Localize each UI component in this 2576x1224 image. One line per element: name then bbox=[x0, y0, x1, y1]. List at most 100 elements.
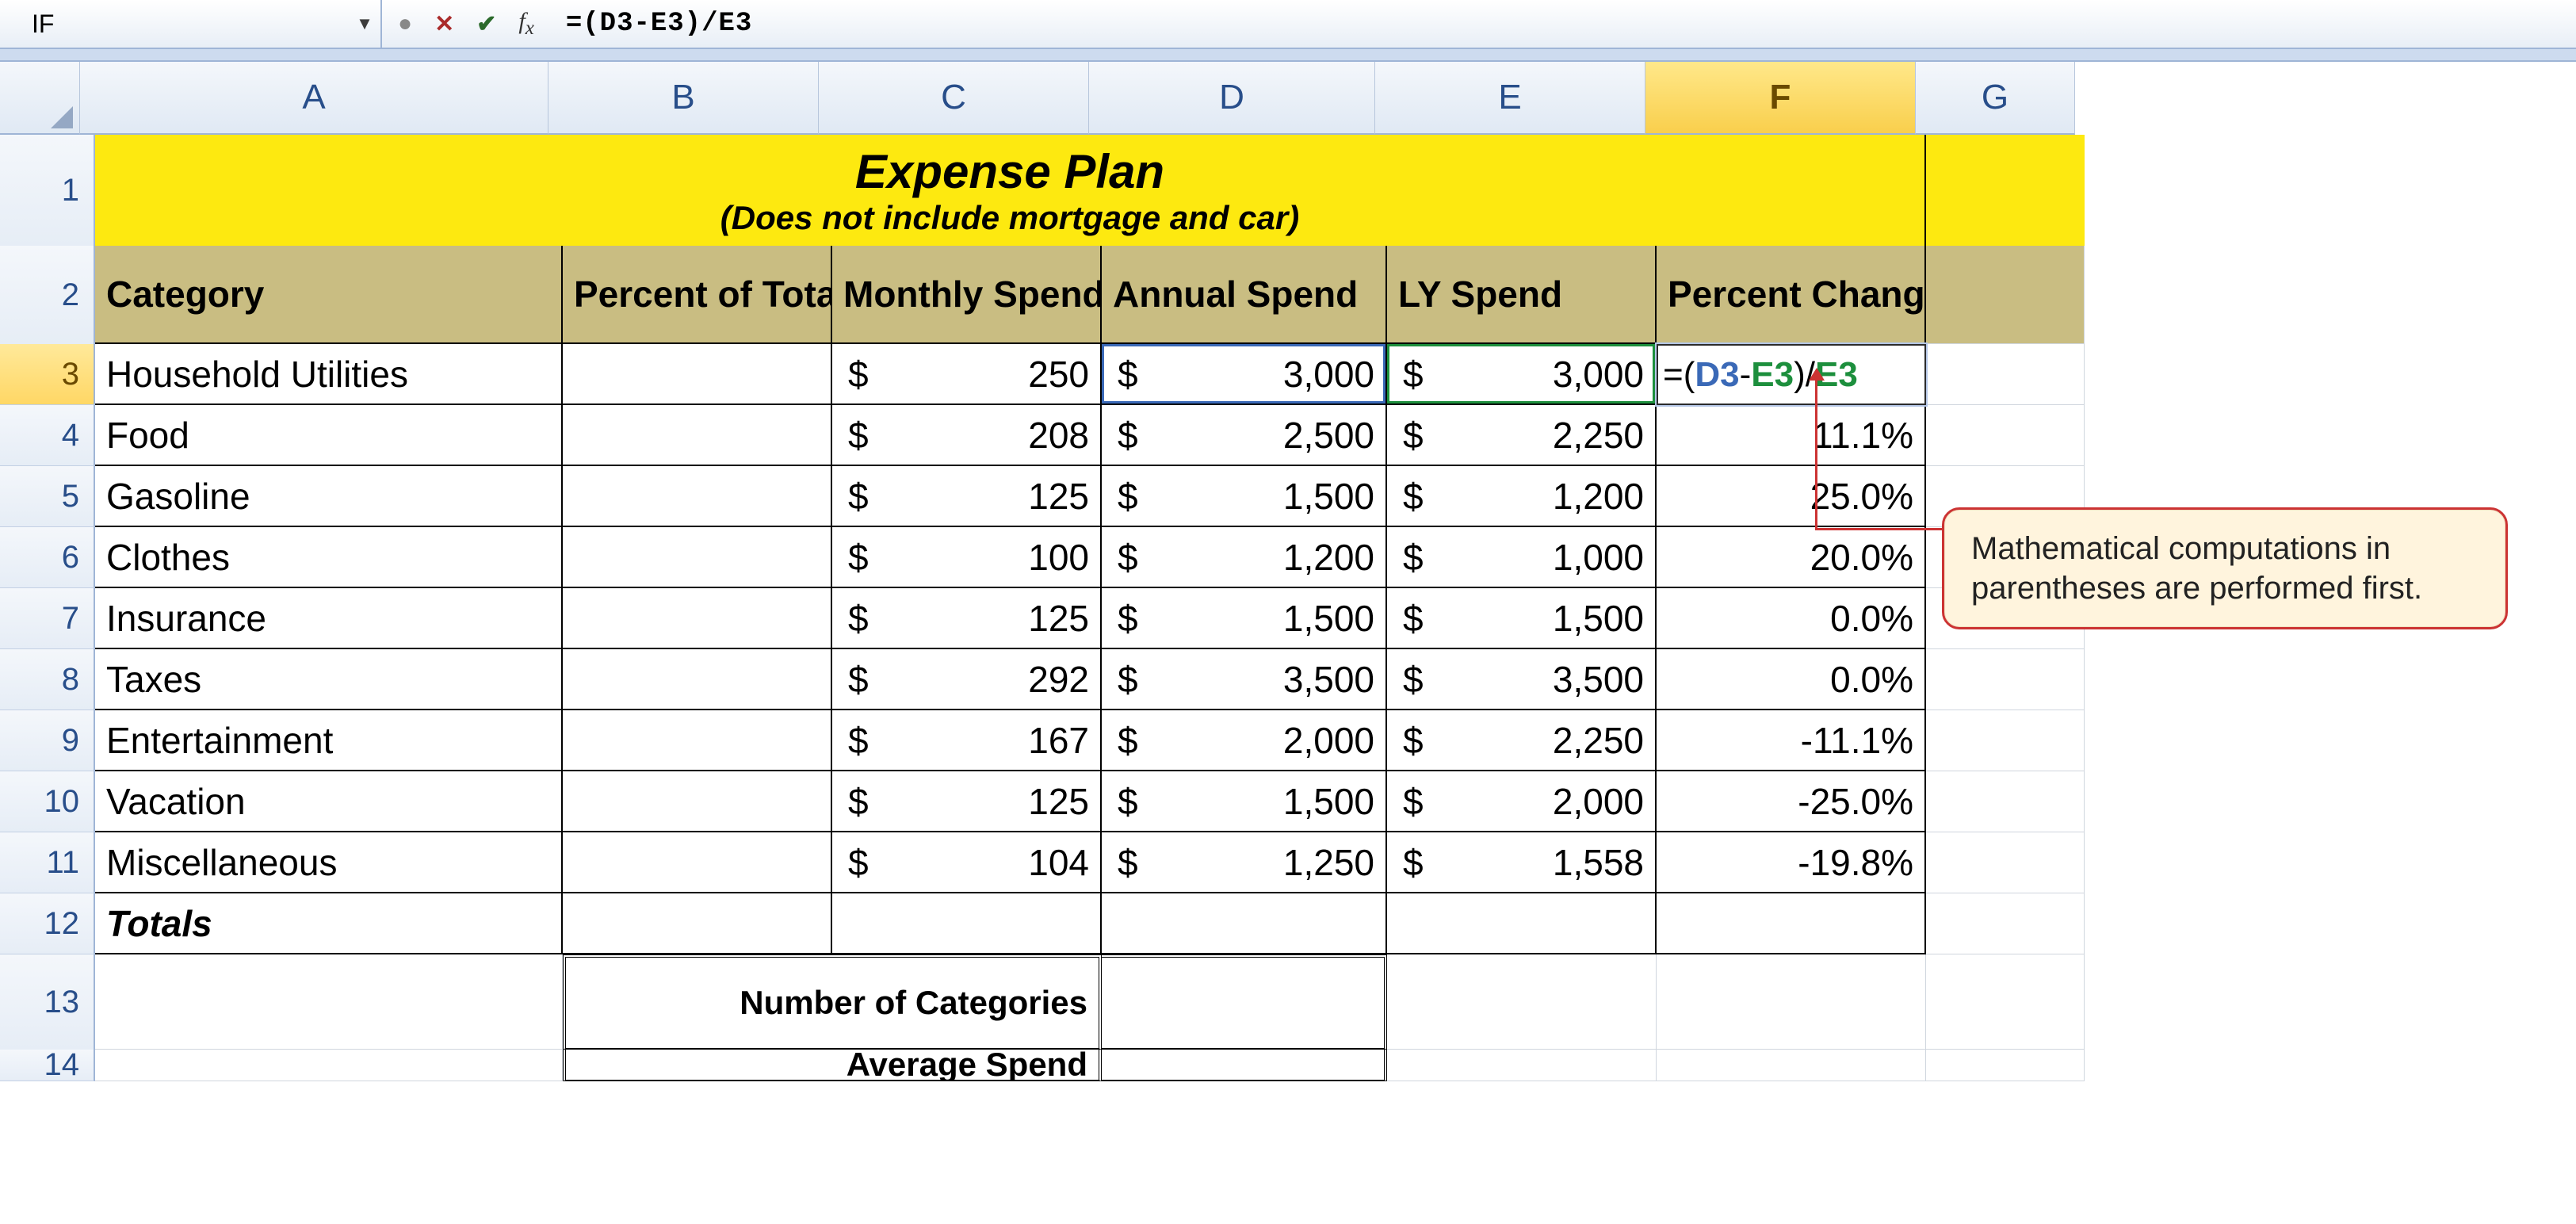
cell-B12[interactable] bbox=[563, 893, 832, 954]
cell-F14[interactable] bbox=[1657, 1050, 1926, 1081]
cell-A14[interactable] bbox=[95, 1050, 563, 1081]
cell-F4[interactable]: 11.1% bbox=[1657, 405, 1926, 466]
cell-E9[interactable]: $2,250 bbox=[1387, 710, 1657, 771]
cell-D2[interactable]: Annual Spend bbox=[1102, 246, 1387, 344]
cell-C5[interactable]: $125 bbox=[832, 466, 1102, 527]
row-header-3[interactable]: 3 bbox=[0, 344, 95, 405]
cell-F7[interactable]: 0.0% bbox=[1657, 588, 1926, 649]
cell-F6[interactable]: 20.0% bbox=[1657, 527, 1926, 588]
col-header-F[interactable]: F bbox=[1645, 62, 1916, 135]
cell-BC14[interactable]: Average Spend bbox=[563, 1050, 1102, 1081]
cell-A4[interactable]: Food bbox=[95, 405, 563, 466]
cell-G8[interactable] bbox=[1926, 649, 2085, 710]
cell-C6[interactable]: $100 bbox=[832, 527, 1102, 588]
fx-icon[interactable]: fx bbox=[518, 8, 533, 40]
row-header-5[interactable]: 5 bbox=[0, 466, 95, 527]
col-header-B[interactable]: B bbox=[548, 62, 819, 135]
cell-E3[interactable]: $3,000 bbox=[1387, 344, 1657, 405]
cell-D6[interactable]: $1,200 bbox=[1102, 527, 1387, 588]
cell-C7[interactable]: $125 bbox=[832, 588, 1102, 649]
cell-A10[interactable]: Vacation bbox=[95, 771, 563, 832]
cell-G13[interactable] bbox=[1926, 954, 2085, 1050]
cell-A5[interactable]: Gasoline bbox=[95, 466, 563, 527]
cell-D14[interactable] bbox=[1102, 1050, 1387, 1081]
cell-C11[interactable]: $104 bbox=[832, 832, 1102, 893]
cell-F3[interactable]: =(D3-E3)/E3 bbox=[1657, 344, 1926, 405]
cell-D4[interactable]: $2,500 bbox=[1102, 405, 1387, 466]
col-header-E[interactable]: E bbox=[1375, 62, 1645, 135]
cell-B4[interactable] bbox=[563, 405, 832, 466]
cell-F2[interactable]: Percent Change bbox=[1657, 246, 1926, 344]
cell-E4[interactable]: $2,250 bbox=[1387, 405, 1657, 466]
cell-D3[interactable]: $3,000 bbox=[1102, 344, 1387, 405]
cell-A11[interactable]: Miscellaneous bbox=[95, 832, 563, 893]
cell-B5[interactable] bbox=[563, 466, 832, 527]
cell-D8[interactable]: $3,500 bbox=[1102, 649, 1387, 710]
cell-D5[interactable]: $1,500 bbox=[1102, 466, 1387, 527]
cell-E7[interactable]: $1,500 bbox=[1387, 588, 1657, 649]
cell-C12[interactable] bbox=[832, 893, 1102, 954]
row-header-9[interactable]: 9 bbox=[0, 710, 95, 771]
cell-F10[interactable]: -25.0% bbox=[1657, 771, 1926, 832]
cell-E13[interactable] bbox=[1387, 954, 1657, 1050]
enter-icon[interactable]: ✔ bbox=[476, 10, 496, 38]
cell-E11[interactable]: $1,558 bbox=[1387, 832, 1657, 893]
cell-F11[interactable]: -19.8% bbox=[1657, 832, 1926, 893]
cell-E6[interactable]: $1,000 bbox=[1387, 527, 1657, 588]
cell-D10[interactable]: $1,500 bbox=[1102, 771, 1387, 832]
cell-E14[interactable] bbox=[1387, 1050, 1657, 1081]
cell-B9[interactable] bbox=[563, 710, 832, 771]
cell-F12[interactable] bbox=[1657, 893, 1926, 954]
cell-F13[interactable] bbox=[1657, 954, 1926, 1050]
name-box[interactable]: IF bbox=[0, 10, 349, 39]
row-header-13[interactable]: 13 bbox=[0, 954, 95, 1050]
row-header-6[interactable]: 6 bbox=[0, 527, 95, 588]
col-header-C[interactable]: C bbox=[819, 62, 1089, 135]
cell-E12[interactable] bbox=[1387, 893, 1657, 954]
row-header-4[interactable]: 4 bbox=[0, 405, 95, 466]
cell-G10[interactable] bbox=[1926, 771, 2085, 832]
cell-E2[interactable]: LY Spend bbox=[1387, 246, 1657, 344]
cell-G14[interactable] bbox=[1926, 1050, 2085, 1081]
cell-G3[interactable] bbox=[1926, 344, 2085, 405]
cell-D13[interactable] bbox=[1102, 954, 1387, 1050]
col-header-G[interactable]: G bbox=[1916, 62, 2075, 135]
cell-C4[interactable]: $208 bbox=[832, 405, 1102, 466]
cell-E10[interactable]: $2,000 bbox=[1387, 771, 1657, 832]
cell-F9[interactable]: -11.1% bbox=[1657, 710, 1926, 771]
cell-A8[interactable]: Taxes bbox=[95, 649, 563, 710]
cell-G4[interactable] bbox=[1926, 405, 2085, 466]
sheet-grid[interactable]: 1 Expense Plan (Does not include mortgag… bbox=[0, 135, 2576, 1081]
cell-D11[interactable]: $1,250 bbox=[1102, 832, 1387, 893]
select-all-corner[interactable] bbox=[0, 62, 80, 135]
col-header-A[interactable]: A bbox=[80, 62, 548, 135]
row-header-7[interactable]: 7 bbox=[0, 588, 95, 649]
cell-C10[interactable]: $125 bbox=[832, 771, 1102, 832]
col-header-D[interactable]: D bbox=[1089, 62, 1375, 135]
cell-A12[interactable]: Totals bbox=[95, 893, 563, 954]
cell-B7[interactable] bbox=[563, 588, 832, 649]
formula-input[interactable]: =(D3-E3)/E3 bbox=[550, 0, 2576, 48]
row-header-11[interactable]: 11 bbox=[0, 832, 95, 893]
cell-A6[interactable]: Clothes bbox=[95, 527, 563, 588]
row-header-14[interactable]: 14 bbox=[0, 1050, 95, 1081]
cell-B8[interactable] bbox=[563, 649, 832, 710]
cell-A13[interactable] bbox=[95, 954, 563, 1050]
cell-C8[interactable]: $292 bbox=[832, 649, 1102, 710]
cancel-icon[interactable]: ✕ bbox=[434, 10, 454, 38]
cell-G2[interactable] bbox=[1926, 246, 2085, 344]
row-header-2[interactable]: 2 bbox=[0, 246, 95, 345]
cell-C3[interactable]: $250 bbox=[832, 344, 1102, 405]
name-box-dropdown-icon[interactable]: ▼ bbox=[349, 0, 380, 48]
cell-A9[interactable]: Entertainment bbox=[95, 710, 563, 771]
cell-B2[interactable]: Percent of Total bbox=[563, 246, 832, 344]
cell-D12[interactable] bbox=[1102, 893, 1387, 954]
row-header-10[interactable]: 10 bbox=[0, 771, 95, 832]
cell-A3[interactable]: Household Utilities bbox=[95, 344, 563, 405]
cell-F5[interactable]: 25.0% bbox=[1657, 466, 1926, 527]
cell-A7[interactable]: Insurance bbox=[95, 588, 563, 649]
cell-C2[interactable]: Monthly Spend bbox=[832, 246, 1102, 344]
cell-D7[interactable]: $1,500 bbox=[1102, 588, 1387, 649]
cell-G12[interactable] bbox=[1926, 893, 2085, 954]
cell-G9[interactable] bbox=[1926, 710, 2085, 771]
